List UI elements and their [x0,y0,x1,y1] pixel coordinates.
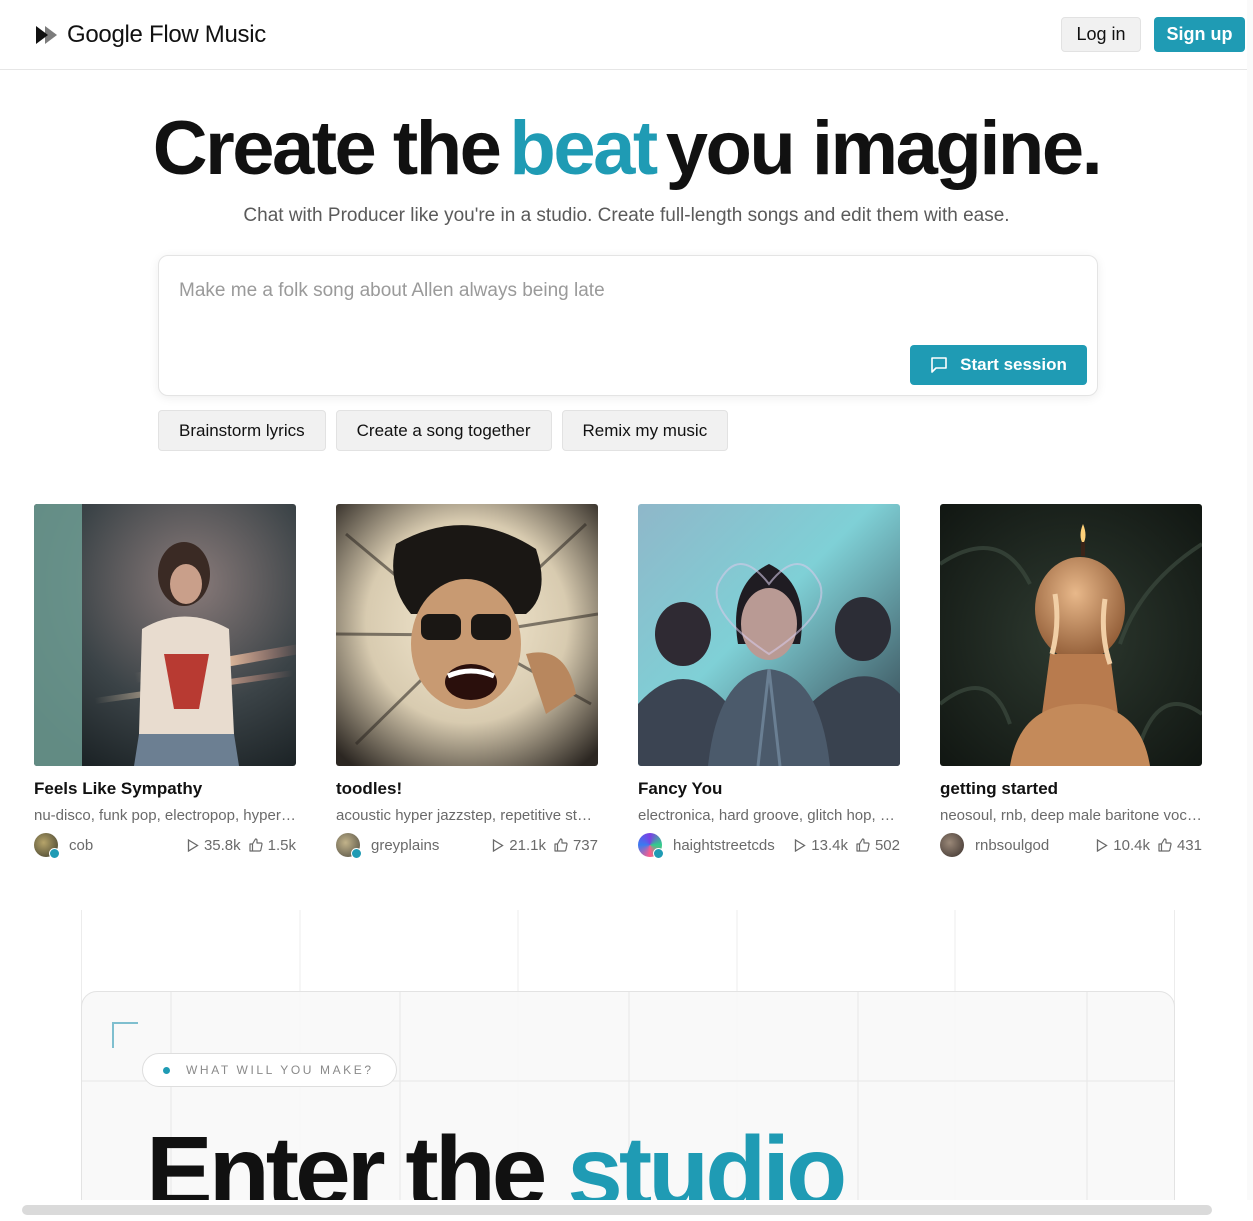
thumbs-up-icon [249,838,263,852]
username[interactable]: greyplains [371,837,484,854]
verified-badge-icon [653,848,664,859]
play-count-value: 13.4k [811,836,848,854]
song-genres: nu-disco, funk pop, electropop, hyperpop… [34,807,296,824]
horizontal-scrollbar[interactable] [0,1200,1253,1221]
top-nav: Google Flow Music Log in Sign up [0,0,1253,70]
song-card[interactable]: getting started neosoul, rnb, deep male … [940,504,1202,857]
verified-badge-icon [49,848,60,859]
song-cover[interactable] [940,504,1202,766]
chat-bubble-icon [930,356,948,374]
vertical-scrollbar[interactable] [1247,0,1253,1200]
avatar[interactable] [638,833,664,859]
username[interactable]: haightstreetcds [673,837,786,854]
start-session-label: Start session [960,355,1067,374]
play-count-value: 21.1k [509,836,546,854]
thumbs-up-icon [856,838,870,852]
eyebrow-label: WHAT WILL YOU MAKE? [186,1063,374,1077]
brand-name: Google Flow Music [67,21,266,48]
corner-bracket [112,1022,138,1048]
play-count-value: 35.8k [203,836,241,854]
song-title[interactable]: getting started [940,779,1202,799]
play-count: 35.8k [187,837,241,854]
avatar[interactable] [34,833,60,859]
start-session-button[interactable]: Start session [910,345,1087,385]
song-card[interactable]: Feels Like Sympathy nu-disco, funk pop, … [34,504,296,859]
thumbs-up-icon [554,838,568,852]
like-count[interactable]: 502 [856,837,900,854]
eyebrow-pill: WHAT WILL YOU MAKE? [142,1053,397,1087]
hero-title-pre: Create the [152,106,502,191]
song-card[interactable]: Fancy You electronica, hard groove, glit… [638,504,900,859]
song-meta: greyplains 21.1k 737 [336,833,598,859]
like-count-value: 737 [572,836,598,854]
chip-create-song-together[interactable]: Create a song together [335,410,552,451]
song-meta: cob 35.8k 1.5k [34,833,296,859]
scrollbar-track[interactable] [10,1205,1242,1215]
song-meta: rnbsoulgod 10.4k 431 [940,833,1202,857]
play-count: 13.4k [794,837,848,854]
song-meta: haightstreetcds 13.4k 502 [638,833,900,859]
like-count[interactable]: 431 [1158,837,1202,854]
username[interactable]: cob [69,837,179,854]
play-count: 21.1k [492,837,546,854]
play-icon [187,838,199,852]
thumbs-up-icon [1158,838,1172,852]
song-genres: acoustic hyper jazzstep, repetitive stea… [336,807,598,824]
chip-remix-my-music[interactable]: Remix my music [561,410,729,451]
username[interactable]: rnbsoulgod [975,837,1088,854]
play-count: 10.4k [1096,837,1150,854]
dot-icon [163,1066,170,1074]
song-genres: electronica, hard groove, glitch hop, ho… [638,807,900,824]
like-count-value: 431 [1176,836,1202,854]
play-icon [1097,838,1109,852]
studio-panel: WHAT WILL YOU MAKE? Enter the studio [81,991,1175,1221]
play-forward-icon [34,18,62,52]
avatar[interactable] [940,833,964,857]
hero-title-accent: beat [509,106,658,191]
brand-logo[interactable]: Google Flow Music [34,18,266,52]
song-card[interactable]: toodles! acoustic hyper jazzstep, repeti… [336,504,598,859]
play-icon [795,838,807,852]
like-count[interactable]: 737 [554,837,598,854]
hero-title: Create the beat you imagine. [0,104,1253,194]
song-cover[interactable] [336,504,598,766]
song-title[interactable]: Feels Like Sympathy [34,779,296,799]
like-count-value: 502 [874,836,900,854]
hero-subtitle: Chat with Producer like you're in a stud… [243,205,1010,226]
hero-title-post: you imagine. [665,106,1103,191]
signup-button[interactable]: Sign up [1154,17,1245,52]
song-title[interactable]: toodles! [336,779,598,799]
song-cover[interactable] [638,504,900,766]
avatar[interactable] [336,833,362,859]
song-title[interactable]: Fancy You [638,779,900,799]
like-count-value: 1.5k [267,836,296,854]
prompt-box: Start session [158,255,1098,396]
chip-brainstorm-lyrics[interactable]: Brainstorm lyrics [158,410,326,451]
scrollbar-thumb[interactable] [22,1205,1212,1215]
suggestion-chips: Brainstorm lyrics Create a song together… [158,410,729,451]
login-button[interactable]: Log in [1061,17,1141,52]
play-icon [493,838,505,852]
song-genres: neosoul, rnb, deep male baritone vocals [940,807,1202,824]
like-count[interactable]: 1.5k [249,837,296,854]
prompt-input[interactable] [179,276,1059,306]
song-cover[interactable] [34,504,296,766]
verified-badge-icon [351,848,362,859]
play-count-value: 10.4k [1113,836,1150,854]
